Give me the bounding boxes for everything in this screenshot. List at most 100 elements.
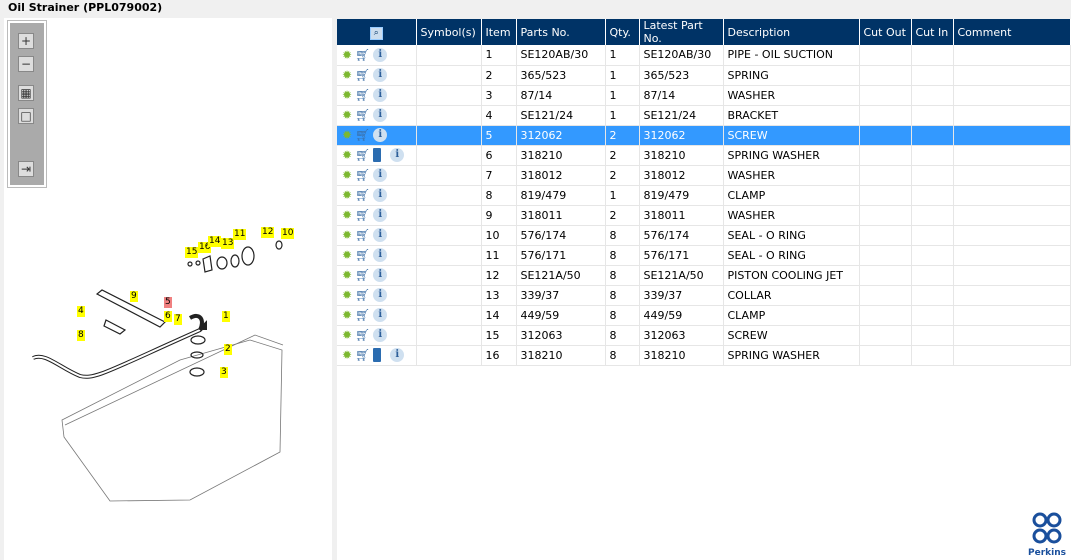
column-header-3[interactable]: Parts No. xyxy=(516,19,606,45)
table-row[interactable]: ✹ 🛒︎ i 8 819/479 1 819/479 CLAMP xyxy=(337,185,1071,206)
info-icon[interactable]: i xyxy=(390,348,405,362)
column-header-7[interactable]: Cut Out xyxy=(859,19,912,45)
table-row[interactable]: ✹ 🛒︎ i 11 576/171 8 576/171 SEAL - O RING xyxy=(337,245,1071,266)
toggle-layout-button[interactable]: ⇥ xyxy=(18,161,34,177)
gear-icon[interactable]: ✹ xyxy=(342,328,352,342)
info-icon[interactable]: i xyxy=(373,128,388,142)
gear-icon[interactable]: ✹ xyxy=(342,188,352,202)
gear-icon[interactable]: ✹ xyxy=(342,48,352,62)
gear-icon[interactable]: ✹ xyxy=(342,168,352,182)
callout-4[interactable]: 4 xyxy=(77,306,85,317)
callout-12[interactable]: 12 xyxy=(261,227,275,238)
gear-icon[interactable]: ✹ xyxy=(342,208,352,222)
info-icon[interactable]: i xyxy=(373,228,388,242)
info-icon[interactable]: i xyxy=(373,68,388,82)
callout-15[interactable]: 15 xyxy=(185,247,199,258)
gear-icon[interactable]: ✹ xyxy=(342,348,352,362)
table-row[interactable]: ✹ 🛒︎ i 2 365/523 1 365/523 SPRING xyxy=(337,65,1071,86)
callout-3[interactable]: 3 xyxy=(220,367,228,378)
cut-out-cell xyxy=(859,85,912,106)
find-in-diagram-icon[interactable]: ⌕ xyxy=(369,26,383,40)
cart-icon[interactable]: 🛒︎ xyxy=(355,148,370,162)
table-row[interactable]: ✹ 🛒︎ i 10 576/174 8 576/174 SEAL - O RING xyxy=(337,225,1071,246)
gear-icon[interactable]: ✹ xyxy=(342,308,352,322)
table-row[interactable]: ✹ 🛒︎ i 6 318210 2 318210 SPRING WASHER xyxy=(337,145,1071,166)
column-header-6[interactable]: Description xyxy=(723,19,860,45)
gear-icon[interactable]: ✹ xyxy=(342,228,352,242)
info-icon[interactable]: i xyxy=(373,328,388,342)
table-row[interactable]: ✹ 🛒︎ i 16 318210 8 318210 SPRING WASHER xyxy=(337,345,1071,366)
column-header-0[interactable]: ⌕ xyxy=(337,19,417,45)
info-icon[interactable]: i xyxy=(373,288,388,302)
callout-10[interactable]: 10 xyxy=(281,228,295,239)
zoom-out-button[interactable]: − xyxy=(18,56,34,72)
callout-5[interactable]: 5 xyxy=(164,297,172,308)
gear-icon[interactable]: ✹ xyxy=(342,128,352,142)
table-row[interactable]: ✹ 🛒︎ i 13 339/37 8 339/37 COLLAR xyxy=(337,285,1071,306)
column-header-5[interactable]: Latest Part No. xyxy=(639,19,724,45)
column-header-1[interactable]: Symbol(s) xyxy=(416,19,482,45)
cart-icon[interactable]: 🛒︎ xyxy=(355,68,370,82)
table-row[interactable]: ✹ 🛒︎ i 5 312062 2 312062 SCREW xyxy=(337,125,1071,146)
callout-9[interactable]: 9 xyxy=(130,291,138,302)
cart-icon[interactable]: 🛒︎ xyxy=(355,188,370,202)
comment-cell xyxy=(953,85,1071,106)
info-icon[interactable]: i xyxy=(373,248,388,262)
info-icon[interactable]: i xyxy=(390,148,405,162)
callout-6[interactable]: 6 xyxy=(164,311,172,322)
cart-icon[interactable]: 🛒︎ xyxy=(355,288,370,302)
info-icon[interactable]: i xyxy=(373,188,388,202)
callout-11[interactable]: 11 xyxy=(233,229,247,240)
callout-1[interactable]: 1 xyxy=(222,311,230,322)
cart-icon[interactable]: 🛒︎ xyxy=(355,108,370,122)
callout-8[interactable]: 8 xyxy=(77,330,85,341)
info-icon[interactable]: i xyxy=(373,108,388,122)
callout-7[interactable]: 7 xyxy=(174,314,182,325)
table-row[interactable]: ✹ 🛒︎ i 7 318012 2 318012 WASHER xyxy=(337,165,1071,186)
column-header-8[interactable]: Cut In xyxy=(911,19,954,45)
table-row[interactable]: ✹ 🛒︎ i 12 SE121A/50 8 SE121A/50 PISTON COO… xyxy=(337,265,1071,286)
gear-icon[interactable]: ✹ xyxy=(342,248,352,262)
book-icon[interactable] xyxy=(373,148,382,162)
cart-icon[interactable]: 🛒︎ xyxy=(355,268,370,282)
actual-size-button[interactable]: □ xyxy=(18,108,34,124)
cart-icon[interactable]: 🛒︎ xyxy=(355,208,370,222)
column-header-4[interactable]: Qty. xyxy=(605,19,640,45)
book-icon[interactable] xyxy=(373,348,382,362)
info-icon[interactable]: i xyxy=(373,168,388,182)
gear-icon[interactable]: ✹ xyxy=(342,68,352,82)
table-row[interactable]: ✹ 🛒︎ i 15 312063 8 312063 SCREW xyxy=(337,325,1071,346)
gear-icon[interactable]: ✹ xyxy=(342,268,352,282)
gear-icon[interactable]: ✹ xyxy=(342,88,352,102)
info-icon[interactable]: i xyxy=(373,208,388,222)
table-row[interactable]: ✹ 🛒︎ i 1 SE120AB/30 1 SE120AB/30 PIPE - OI… xyxy=(337,45,1071,66)
gear-icon[interactable]: ✹ xyxy=(342,108,352,122)
info-icon[interactable]: i xyxy=(373,268,388,282)
callout-14[interactable]: 14 xyxy=(208,236,222,247)
info-icon[interactable]: i xyxy=(373,88,388,102)
column-header-9[interactable]: Comment xyxy=(953,19,1071,45)
table-row[interactable]: ✹ 🛒︎ i 14 449/59 8 449/59 CLAMP xyxy=(337,305,1071,326)
cart-icon[interactable]: 🛒︎ xyxy=(355,128,370,142)
gear-icon[interactable]: ✹ xyxy=(342,288,352,302)
cart-icon[interactable]: 🛒︎ xyxy=(355,348,370,362)
table-row[interactable]: ✹ 🛒︎ i 4 SE121/24 1 SE121/24 BRACKET xyxy=(337,105,1071,126)
zoom-in-button[interactable]: + xyxy=(18,33,34,49)
callout-2[interactable]: 2 xyxy=(224,344,232,355)
gear-icon[interactable]: ✹ xyxy=(342,148,352,162)
qty-cell: 1 xyxy=(605,85,640,106)
cart-icon[interactable]: 🛒︎ xyxy=(355,308,370,322)
info-icon[interactable]: i xyxy=(373,308,388,322)
cart-icon[interactable]: 🛒︎ xyxy=(355,228,370,242)
cart-icon[interactable]: 🛒︎ xyxy=(355,168,370,182)
cart-icon[interactable]: 🛒︎ xyxy=(355,248,370,262)
table-row[interactable]: ✹ 🛒︎ i 3 87/14 1 87/14 WASHER xyxy=(337,85,1071,106)
cart-icon[interactable]: 🛒︎ xyxy=(355,88,370,102)
table-row[interactable]: ✹ 🛒︎ i 9 318011 2 318011 WASHER xyxy=(337,205,1071,226)
cart-icon[interactable]: 🛒︎ xyxy=(355,48,370,62)
cart-icon[interactable]: 🛒︎ xyxy=(355,328,370,342)
cut-out-cell xyxy=(859,345,912,366)
column-header-2[interactable]: Item xyxy=(481,19,517,45)
info-icon[interactable]: i xyxy=(373,47,388,62)
fit-to-window-button[interactable]: ▦ xyxy=(18,85,34,101)
